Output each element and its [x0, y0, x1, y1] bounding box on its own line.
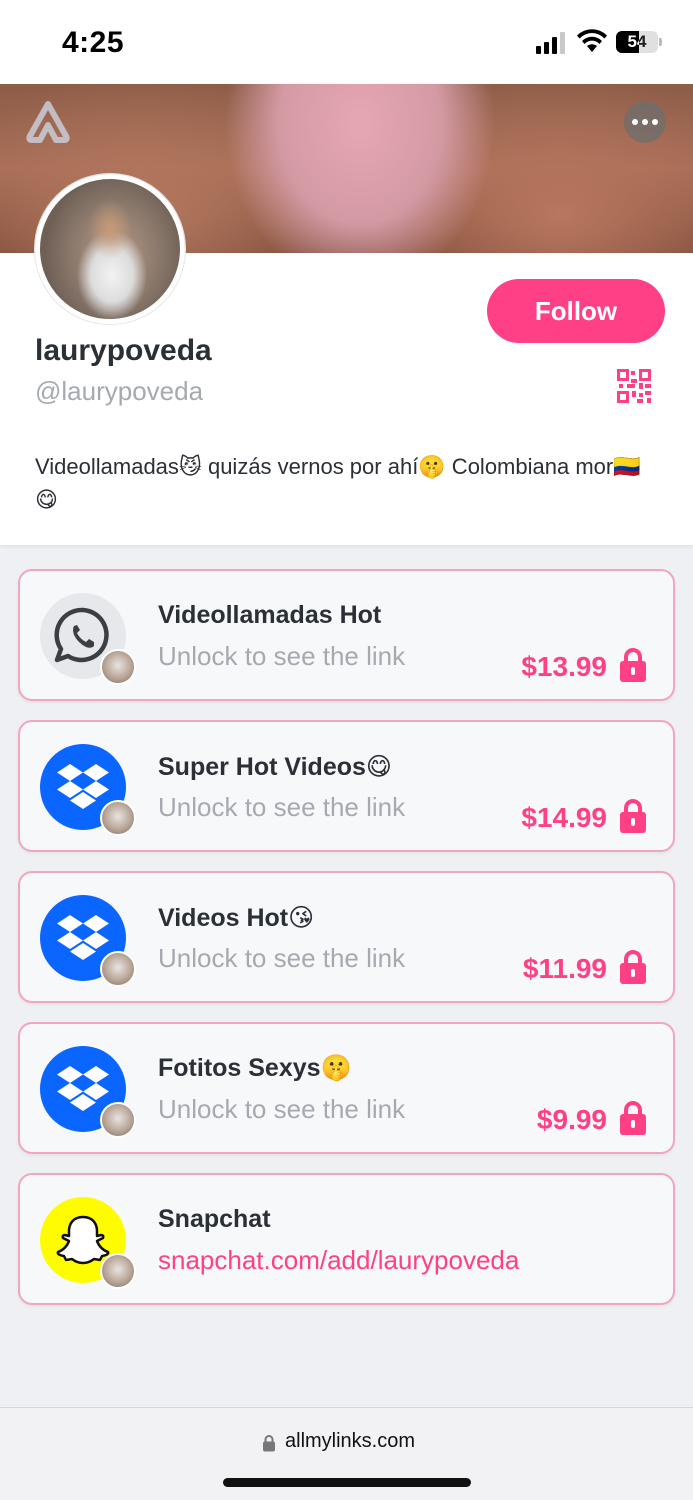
display-name: laurypoveda: [35, 334, 212, 367]
battery-cap: [659, 38, 662, 46]
creator-mini-avatar: [100, 649, 136, 685]
allmylinks-logo-icon[interactable]: [26, 100, 70, 144]
cellular-signal-icon: [536, 32, 568, 54]
secure-lock-icon: [263, 1435, 275, 1452]
link-card-videos-hot[interactable]: Videos Hot😘 Unlock to see the link $11.9…: [18, 871, 675, 1003]
link-subtitle: Unlock to see the link: [158, 792, 406, 822]
profile-avatar[interactable]: [35, 174, 185, 324]
url-text: allmylinks.com: [285, 1430, 416, 1452]
link-card-fotitos-sexys[interactable]: Fotitos Sexys🤫 Unlock to see the link $9…: [18, 1022, 675, 1154]
follow-button[interactable]: Follow: [487, 279, 665, 343]
battery-percent: 54: [627, 32, 647, 51]
link-card-super-hot-videos[interactable]: Super Hot Videos😋 Unlock to see the link…: [18, 720, 675, 852]
lock-icon: [620, 1101, 646, 1135]
lock-icon: [620, 648, 646, 682]
battery-icon: 54: [616, 31, 658, 53]
link-price: $13.99: [521, 651, 607, 682]
link-price: $11.99: [522, 953, 607, 984]
link-title: Super Hot Videos😋: [158, 753, 392, 781]
creator-mini-avatar: [100, 1102, 136, 1138]
snapchat-link-url[interactable]: snapchat.com/add/laurypoveda: [158, 1245, 519, 1276]
home-indicator[interactable]: [223, 1478, 471, 1487]
link-title: Videos Hot😘: [158, 904, 315, 932]
more-options-button[interactable]: [624, 101, 666, 143]
link-price: $14.99: [521, 802, 607, 833]
browser-url-bar[interactable]: allmylinks.com: [0, 1407, 693, 1500]
status-time: 4:25: [62, 26, 125, 59]
link-card-videollamadas[interactable]: Videollamadas Hot Unlock to see the link…: [18, 569, 675, 701]
link-subtitle: Unlock to see the link: [158, 943, 406, 973]
lock-icon: [620, 950, 646, 984]
link-title: Snapchat: [158, 1205, 271, 1233]
link-subtitle: Unlock to see the link: [158, 641, 406, 671]
link-subtitle: Unlock to see the link: [158, 1094, 406, 1124]
profile-bio: Videollamadas😼 quizás vernos por ahí🤫 Co…: [35, 454, 641, 512]
link-title: Videollamadas Hot: [158, 601, 382, 629]
qr-code-icon[interactable]: [617, 369, 651, 403]
status-bar: 4:25 54: [0, 0, 693, 84]
user-handle: @laurypoveda: [35, 376, 204, 406]
link-title: Fotitos Sexys🤫: [158, 1054, 352, 1082]
link-price: $9.99: [536, 1104, 607, 1135]
wifi-icon: [577, 29, 607, 52]
creator-mini-avatar: [100, 1253, 136, 1289]
lock-icon: [620, 799, 646, 833]
creator-mini-avatar: [100, 951, 136, 987]
link-card-snapchat[interactable]: Snapchat snapchat.com/add/laurypoveda: [18, 1173, 675, 1305]
creator-mini-avatar: [100, 800, 136, 836]
